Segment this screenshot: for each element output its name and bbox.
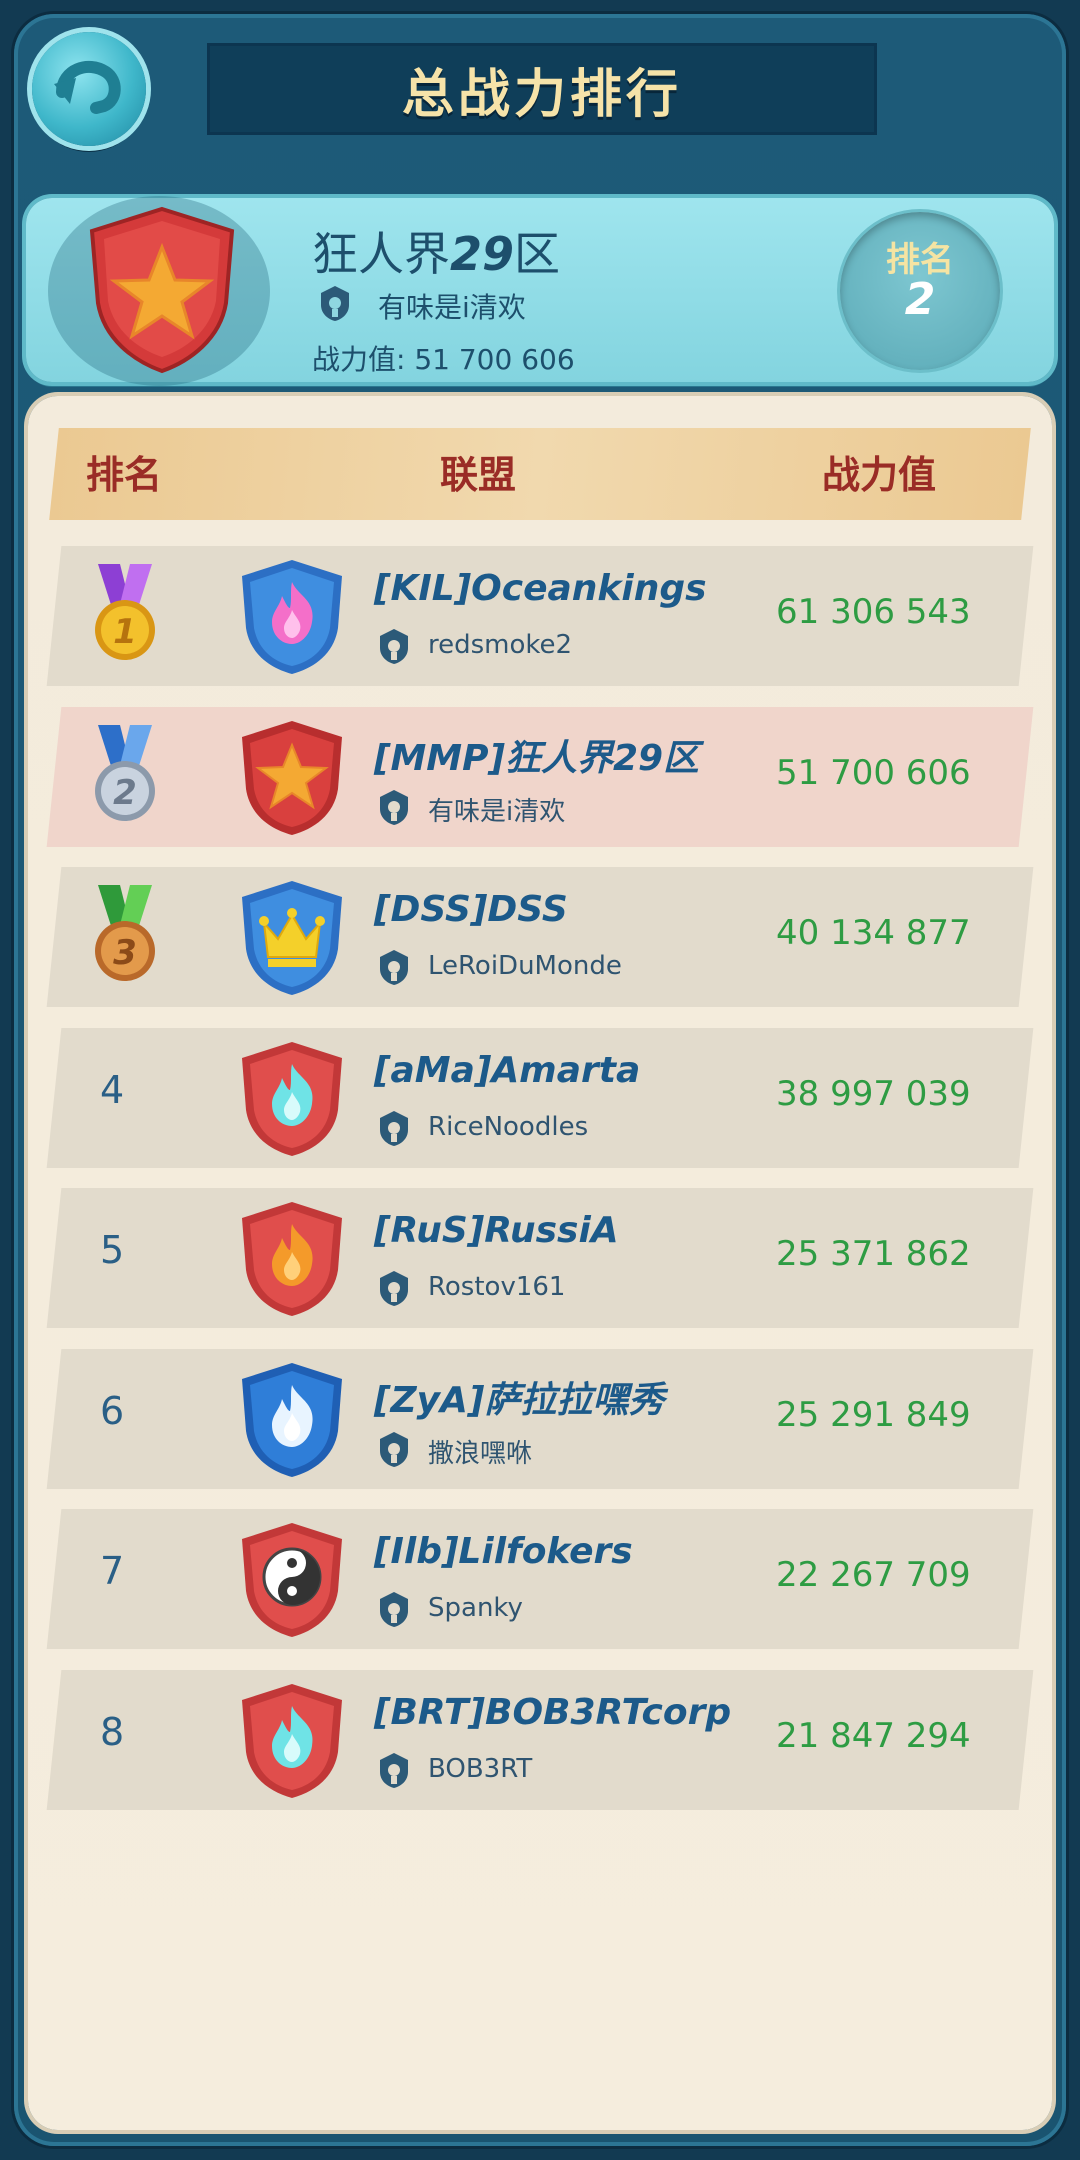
power-value: 51 700 606 (776, 753, 971, 793)
rank-badge-value: 2 (904, 274, 936, 325)
star-shield-icon (89, 206, 235, 374)
leader-name: RiceNoodles (428, 1112, 589, 1142)
power-value: 61 306 543 (776, 592, 971, 632)
helmet-icon (321, 286, 349, 321)
alliance-emblem-icon (242, 1523, 342, 1637)
alliance-emblem-icon (242, 1684, 342, 1798)
power-value: 38 997 039 (776, 1074, 971, 1114)
alliance-name[interactable]: [DSS]DSS (374, 889, 568, 930)
leader-name: 撒浪嘿咻 (428, 1439, 533, 1469)
power-value: 25 291 849 (776, 1395, 971, 1435)
leader-name: BOB3RT (428, 1754, 533, 1784)
rank-number: 8 (100, 1710, 125, 1754)
column-header-power: 战力值 (822, 453, 937, 497)
leader-name: Rostov161 (428, 1272, 566, 1302)
player-alliance-name: 狂人界29区 (312, 218, 560, 284)
leader-name: 有味是i清欢 (428, 797, 566, 827)
alliance-emblem-icon (242, 560, 342, 674)
back-arrow-icon (54, 60, 121, 114)
power-value: 22 267 709 (776, 1555, 971, 1595)
player-power: 战力值: 51 700 606 (312, 343, 575, 376)
power-value: 21 847 294 (776, 1716, 971, 1756)
page-title: 总战力排行 (401, 64, 682, 125)
silver-medal-icon: 2 (95, 725, 155, 821)
helmet-icon (380, 1432, 408, 1467)
alliance-name[interactable]: [RuS]RussiA (374, 1210, 619, 1251)
alliance-name[interactable]: [aMa]Amarta (374, 1050, 640, 1091)
name-number: 29 (450, 227, 515, 281)
rank-number: 7 (100, 1549, 125, 1593)
alliance-emblem-icon (242, 721, 342, 835)
svg-text:3: 3 (113, 933, 137, 973)
name-suffix: 区 (514, 227, 561, 281)
power-value: 25 371 862 (776, 1234, 971, 1274)
player-leader-name: 有味是i清欢 (378, 291, 526, 324)
alliance-name[interactable]: [Ilb]Lilfokers (374, 1531, 633, 1572)
alliance-emblem-icon (242, 1202, 342, 1316)
alliance-name[interactable]: [ZyA]萨拉拉嘿秀 (374, 1371, 664, 1423)
alliance-emblem-icon (242, 1363, 342, 1477)
gold-medal-icon: 1 (95, 564, 155, 660)
name-prefix: 狂人界 (312, 227, 450, 281)
bronze-medal-icon: 3 (95, 885, 155, 981)
helmet-icon (380, 1592, 408, 1627)
alliance-name[interactable]: [KIL]Oceankings (374, 568, 707, 609)
leader-name: redsmoke2 (428, 630, 573, 660)
column-header-rank: 排名 (86, 453, 163, 497)
rank-number: 4 (100, 1068, 125, 1112)
helmet-icon (380, 1753, 408, 1788)
alliance-name[interactable]: [BRT]BOB3RTcorp (374, 1692, 731, 1733)
leader-name: LeRoiDuMonde (428, 951, 622, 981)
helmet-icon (380, 950, 408, 985)
alliance-name[interactable]: [MMP]狂人界29区 (374, 729, 699, 781)
back-button[interactable] (32, 32, 146, 146)
leader-name: Spanky (428, 1593, 523, 1623)
rank-number: 5 (100, 1228, 125, 1272)
svg-text:2: 2 (113, 773, 137, 813)
helmet-icon (380, 1111, 408, 1146)
alliance-emblem-icon (242, 881, 342, 995)
power-value: 40 134 877 (776, 913, 971, 953)
column-header-alliance: 联盟 (440, 453, 517, 497)
alliance-emblem-icon (242, 1042, 342, 1156)
rank-number: 6 (100, 1389, 125, 1433)
helmet-icon (380, 629, 408, 664)
helmet-icon (380, 790, 408, 825)
helmet-icon (380, 1271, 408, 1306)
svg-text:1: 1 (113, 612, 137, 652)
